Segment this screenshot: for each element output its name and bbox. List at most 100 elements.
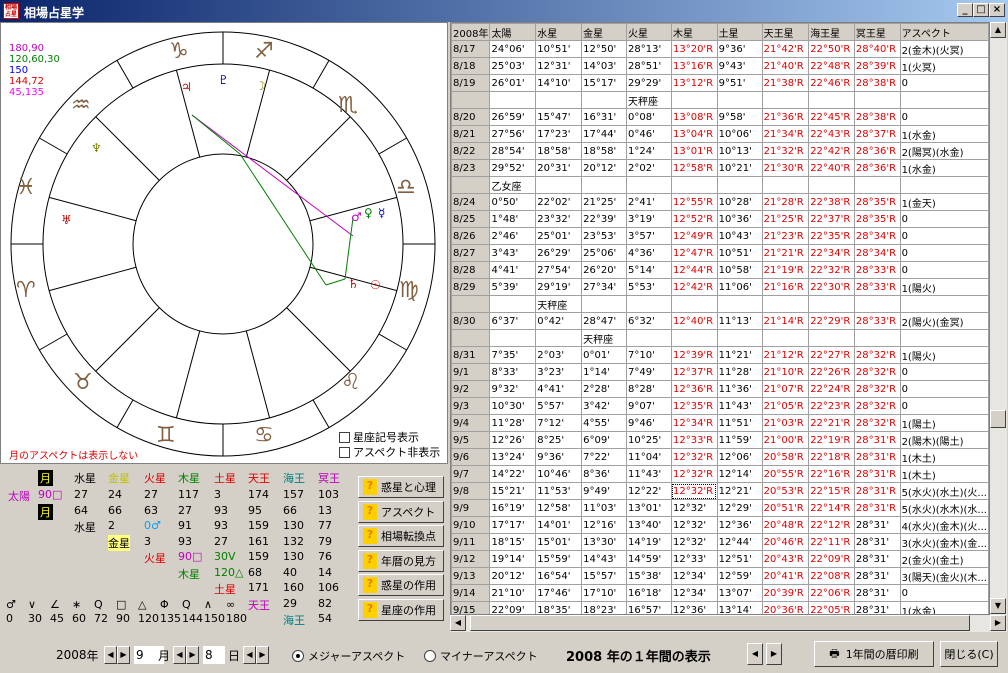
position-cell[interactable]: 4°36' xyxy=(626,244,672,262)
position-cell[interactable]: 22°05'R xyxy=(808,601,855,614)
position-cell[interactable]: 12°35'R xyxy=(670,397,718,415)
position-cell[interactable]: 28°31' xyxy=(853,584,901,602)
position-cell[interactable]: 28°47' xyxy=(581,312,628,330)
position-cell[interactable]: 6°32' xyxy=(626,312,672,330)
position-cell[interactable]: 28°31' xyxy=(853,550,901,568)
position-cell[interactable]: 1(陽土) xyxy=(899,414,989,432)
position-cell[interactable]: 2°28' xyxy=(581,380,628,398)
date-cell[interactable]: 8/18 xyxy=(451,57,491,75)
position-cell[interactable]: 28°31' xyxy=(853,601,901,614)
position-cell[interactable]: 7°49' xyxy=(626,363,672,381)
position-cell[interactable]: 17°46' xyxy=(535,584,583,602)
position-cell[interactable]: 0 xyxy=(899,227,989,245)
position-cell[interactable]: 11°03' xyxy=(581,499,628,517)
position-cell[interactable]: 28°32'R xyxy=(853,380,901,398)
position-cell[interactable]: 11°53' xyxy=(535,482,583,500)
position-cell[interactable]: 21°10' xyxy=(489,584,537,602)
position-cell[interactable]: 22°12'R xyxy=(808,516,855,534)
position-cell[interactable]: 12°32'R xyxy=(670,448,718,466)
table-row[interactable]: 8/23 29°52' 20°31' 20°12' 2°02' 12°58'R 10°21'… xyxy=(451,159,989,177)
position-cell[interactable]: 10°25' xyxy=(626,431,672,449)
date-cell[interactable]: 8/21 xyxy=(451,125,491,143)
table-row[interactable]: 9/8 15°21' 11°53' 9°49' 12°22' 12°32'R 12°21' 2… xyxy=(451,482,989,500)
position-cell[interactable]: 8°25' xyxy=(535,431,583,449)
position-cell[interactable]: 15°38' xyxy=(626,567,672,585)
position-cell[interactable]: 26°20' xyxy=(581,261,628,279)
position-cell[interactable]: 10°51' xyxy=(716,244,763,262)
position-cell[interactable]: 26°01' xyxy=(489,74,537,92)
print-yearly-button[interactable]: 🖶 1年間の暦印刷 xyxy=(814,641,934,667)
position-cell[interactable]: 22°50'R xyxy=(808,40,855,58)
position-cell[interactable]: 20°31' xyxy=(535,159,583,177)
position-cell[interactable]: 12°42'R xyxy=(670,278,718,296)
position-cell[interactable]: 1(木土) xyxy=(899,448,989,466)
column-header[interactable]: 土星 xyxy=(716,23,763,41)
radio-off-icon[interactable] xyxy=(424,650,436,662)
position-cell[interactable]: 11°13' xyxy=(716,312,763,330)
yearly-next-button[interactable]: ▶ xyxy=(766,643,782,665)
position-cell[interactable]: 28°34'R xyxy=(853,244,901,262)
hscroll-thumb[interactable] xyxy=(470,615,970,631)
position-cell[interactable]: 13°24' xyxy=(489,448,537,466)
position-cell[interactable]: 19°14' xyxy=(489,550,537,568)
position-cell[interactable]: 20°51'R xyxy=(761,499,810,517)
position-cell[interactable]: 14°19' xyxy=(626,533,672,551)
position-cell[interactable]: 28°40'R xyxy=(853,40,901,58)
position-cell[interactable]: 10°51' xyxy=(535,40,583,58)
position-cell[interactable]: 12°34' xyxy=(670,567,718,585)
position-cell[interactable]: 20°53'R xyxy=(761,482,810,500)
table-row[interactable]: 8/18 25°03' 12°31' 14°03' 28°51' 13°16'R 9°43'… xyxy=(451,57,989,75)
position-cell[interactable]: 1(水金) xyxy=(899,159,989,177)
position-cell[interactable]: 11°04' xyxy=(626,448,672,466)
table-row[interactable]: 天秤座 xyxy=(451,295,989,313)
date-cell[interactable]: 8/27 xyxy=(451,244,491,262)
position-cell[interactable]: 10°06' xyxy=(716,125,763,143)
position-cell[interactable]: 21°07'R xyxy=(761,380,810,398)
position-cell[interactable]: 22°23'R xyxy=(808,397,855,415)
position-cell[interactable]: 10°43' xyxy=(716,227,763,245)
position-cell[interactable]: 9°58' xyxy=(716,108,763,126)
position-cell[interactable]: 27°34' xyxy=(581,278,628,296)
close-button[interactable]: 閉じる(C) xyxy=(940,641,998,667)
vertical-scrollbar[interactable]: ▲ ▼ xyxy=(990,22,1007,615)
day-value[interactable]: 8 xyxy=(205,648,213,662)
date-cell[interactable] xyxy=(451,91,491,109)
position-cell[interactable]: 12°47'R xyxy=(670,244,718,262)
position-cell[interactable]: 22°02' xyxy=(535,193,583,211)
date-cell[interactable]: 9/11 xyxy=(451,533,491,551)
position-cell[interactable]: 7°12' xyxy=(535,414,583,432)
hide-aspects-checkbox[interactable]: アスペクト非表示 xyxy=(339,444,440,460)
position-cell[interactable]: 17°10' xyxy=(581,584,628,602)
info-button[interactable]: ? 年暦の見方 xyxy=(358,549,444,572)
position-cell[interactable]: 22°24'R xyxy=(808,380,855,398)
column-header[interactable]: 太陽 xyxy=(489,23,537,41)
position-cell[interactable]: 21°25' xyxy=(581,193,628,211)
position-cell[interactable]: 0 xyxy=(899,261,989,279)
position-cell[interactable]: 14°10' xyxy=(535,74,583,92)
table-row[interactable]: 8/19 26°01' 14°10' 15°17' 29°29' 13°12'R 9°51'… xyxy=(451,74,989,92)
column-header[interactable]: 2008年 xyxy=(451,23,491,41)
table-row[interactable]: 乙女座 xyxy=(451,176,989,194)
position-cell[interactable]: 9°43' xyxy=(716,57,763,75)
position-cell[interactable]: 0 xyxy=(899,244,989,262)
position-cell[interactable]: 29°19' xyxy=(535,278,583,296)
position-cell[interactable]: 0 xyxy=(899,584,989,602)
position-cell[interactable]: 13°14' xyxy=(716,601,763,614)
column-header[interactable]: 火星 xyxy=(626,23,672,41)
position-cell[interactable]: 28°37'R xyxy=(853,125,901,143)
position-cell[interactable]: 22°09'R xyxy=(808,550,855,568)
position-cell[interactable]: 12°36' xyxy=(670,601,718,614)
position-cell[interactable]: 9°32' xyxy=(489,380,537,398)
position-cell[interactable]: 20°12' xyxy=(489,567,537,585)
position-cell[interactable]: 20°58'R xyxy=(761,448,810,466)
info-button[interactable]: ? 惑星の作用 xyxy=(358,574,444,596)
close-window-button[interactable]: × xyxy=(989,3,1005,17)
position-cell[interactable]: 12°26' xyxy=(489,431,537,449)
position-cell[interactable]: 12°06' xyxy=(716,448,763,466)
date-cell[interactable]: 8/19 xyxy=(451,74,491,92)
table-row[interactable]: 天秤座 xyxy=(451,329,989,347)
position-cell[interactable]: 12°36' xyxy=(716,516,763,534)
position-cell[interactable]: 12°31' xyxy=(535,57,583,75)
position-cell[interactable]: 10°36' xyxy=(716,210,763,228)
position-cell[interactable]: 12°32'R xyxy=(670,482,718,500)
